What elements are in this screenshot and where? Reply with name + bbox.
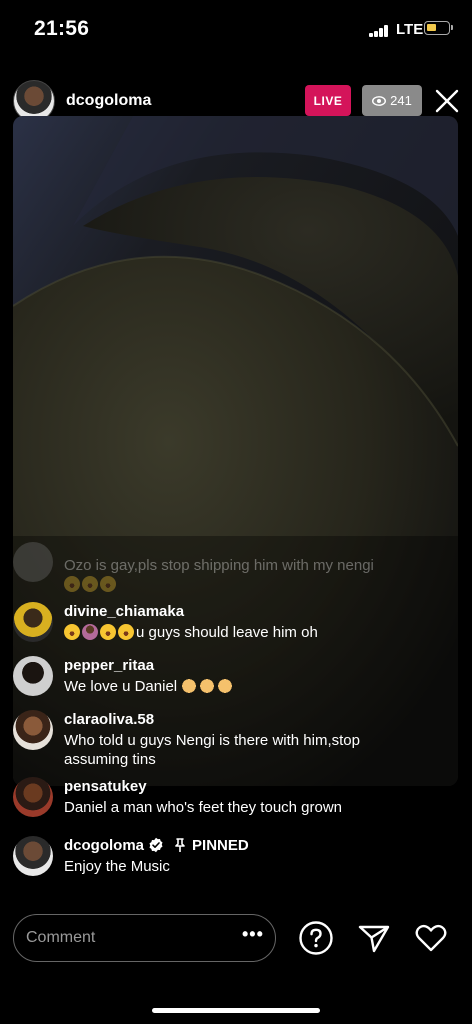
- comment-text: u guys should leave him oh: [64, 623, 404, 642]
- comment-username[interactable]: divine_chiamaka: [64, 603, 184, 620]
- laugh-emoji: [100, 624, 116, 640]
- pinned-header: dcogoloma PINNED: [64, 837, 404, 854]
- clap-emoji: [181, 678, 198, 694]
- eye-icon: [372, 95, 387, 106]
- signal-icon: [369, 25, 391, 37]
- host-avatar[interactable]: [13, 836, 53, 876]
- rolling-laugh-emoji: [64, 624, 80, 640]
- network-label: LTE: [396, 21, 424, 38]
- viewer-count-badge[interactable]: 241: [362, 85, 422, 116]
- laugh-emoji: [118, 624, 134, 640]
- question-icon[interactable]: [298, 920, 334, 956]
- pinned-label: PINNED: [192, 837, 249, 854]
- share-icon[interactable]: [356, 920, 392, 956]
- comment-text: We love u Daniel: [64, 677, 404, 696]
- commenter-avatar[interactable]: [13, 542, 53, 582]
- comment-username[interactable]: claraoliva.58: [64, 711, 154, 728]
- rolling-laugh-emoji: [64, 576, 80, 592]
- comment-text: Daniel a man who's feet they touch grown: [64, 799, 343, 816]
- commenter-avatar[interactable]: [13, 710, 53, 750]
- more-options-icon[interactable]: •••: [242, 924, 264, 945]
- close-icon[interactable]: [434, 88, 460, 114]
- status-bar: 21:56 LTE: [0, 0, 472, 60]
- home-indicator[interactable]: [152, 1008, 320, 1013]
- facepalm-emoji: [82, 624, 98, 640]
- clap-emoji: [199, 678, 216, 694]
- comment-username[interactable]: pensatukey: [64, 778, 147, 795]
- clap-emoji: [217, 678, 234, 694]
- comment-placeholder: Comment: [26, 929, 96, 946]
- viewer-count: 241: [390, 93, 412, 108]
- rolling-laugh-emoji: [82, 576, 98, 592]
- comment-input[interactable]: Comment •••: [13, 914, 276, 962]
- heart-icon[interactable]: [413, 920, 449, 956]
- comment-text: Who told u guys Nengi is there with him,…: [64, 732, 360, 768]
- host-username[interactable]: dcogoloma: [66, 92, 151, 110]
- commenter-avatar[interactable]: [13, 777, 53, 817]
- verified-badge-icon: [149, 837, 163, 853]
- status-time: 21:56: [34, 17, 90, 40]
- comment-username[interactable]: pepper_ritaa: [64, 657, 154, 674]
- live-badge: LIVE: [305, 85, 351, 116]
- pin-icon: [175, 838, 185, 852]
- commenter-avatar[interactable]: [13, 602, 53, 642]
- pinned-username[interactable]: dcogoloma: [64, 837, 144, 854]
- comment-text: Ozo is gay,pls stop shipping him with my…: [64, 556, 404, 594]
- commenter-avatar[interactable]: [13, 656, 53, 696]
- pinned-text: Enjoy the Music: [64, 858, 170, 875]
- rolling-laugh-emoji: [100, 576, 116, 592]
- battery-icon: [424, 21, 453, 35]
